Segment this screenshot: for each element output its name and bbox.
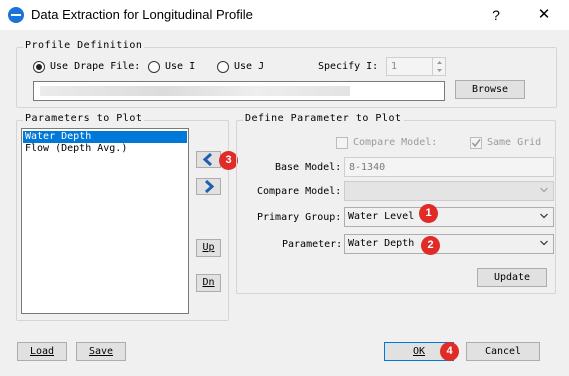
compare-model-check-label: Compare Model:	[353, 137, 438, 148]
compare-model-label: Compare Model:	[257, 186, 342, 197]
spinner-arrows[interactable]	[432, 58, 445, 75]
use-j-label: Use J	[234, 61, 265, 72]
parameters-to-plot-legend: Parameters to Plot	[23, 113, 145, 124]
title-bar: Data Extraction for Longitudinal Profile…	[0, 0, 569, 30]
specify-i-spinner[interactable]: 1	[386, 57, 446, 76]
move-right-button[interactable]	[196, 178, 221, 195]
use-j-radio[interactable]	[217, 61, 229, 73]
parameter-label: Parameter:	[282, 239, 343, 250]
specify-i-label: Specify I:	[318, 61, 379, 72]
base-model-field: 8-1340	[344, 157, 554, 177]
chevron-down-icon	[540, 187, 548, 193]
list-item[interactable]: Water Depth	[23, 131, 187, 143]
define-parameter-legend: Define Parameter to Plot	[243, 113, 404, 124]
update-button[interactable]: Update	[477, 268, 547, 287]
profile-definition-legend: Profile Definition	[23, 40, 145, 51]
same-grid-checkbox[interactable]	[470, 137, 482, 149]
move-left-button[interactable]	[196, 151, 221, 168]
parameter-value: Water Depth	[348, 238, 415, 249]
use-drape-file-radio[interactable]	[33, 61, 45, 73]
up-button[interactable]: Up	[196, 239, 221, 257]
primary-group-select[interactable]: Water Level	[344, 207, 554, 227]
base-model-value: 8-1340	[349, 162, 386, 173]
app-icon	[8, 7, 24, 23]
dn-button[interactable]: Dn	[196, 274, 221, 292]
chevron-right-icon	[204, 179, 215, 194]
specify-i-value: 1	[391, 61, 398, 72]
use-i-label: Use I	[165, 61, 196, 72]
window-title: Data Extraction for Longitudinal Profile	[31, 7, 253, 22]
drape-file-path-input[interactable]	[33, 81, 445, 101]
close-button[interactable]: ✕	[532, 5, 556, 25]
use-i-radio[interactable]	[148, 61, 160, 73]
compare-model-checkbox[interactable]	[336, 137, 348, 149]
load-button[interactable]: Load	[17, 342, 67, 361]
annotation-badge-1: 1	[419, 204, 438, 223]
primary-group-value: Water Level	[348, 211, 415, 222]
chevron-down-icon	[540, 213, 548, 219]
chevron-left-icon	[202, 152, 213, 167]
checkmark-icon	[471, 139, 481, 148]
help-button[interactable]: ?	[486, 5, 506, 25]
spinner-arrows-icon	[437, 61, 442, 72]
use-drape-file-label: Use Drape File:	[50, 61, 141, 72]
redacted-path	[40, 86, 350, 96]
annotation-badge-4: 4	[440, 342, 459, 361]
chevron-down-icon	[540, 240, 548, 246]
base-model-label: Base Model:	[275, 162, 342, 173]
cancel-button[interactable]: Cancel	[466, 342, 540, 361]
primary-group-label: Primary Group:	[257, 212, 342, 223]
parameter-select[interactable]: Water Depth	[344, 234, 554, 254]
annotation-badge-2: 2	[421, 236, 440, 255]
parameters-list[interactable]: Water Depth Flow (Depth Avg.)	[21, 128, 189, 314]
list-item[interactable]: Flow (Depth Avg.)	[23, 143, 187, 155]
browse-button[interactable]: Browse	[455, 80, 525, 99]
compare-model-select[interactable]	[344, 181, 554, 201]
same-grid-label: Same Grid	[487, 137, 542, 148]
save-button[interactable]: Save	[76, 342, 126, 361]
